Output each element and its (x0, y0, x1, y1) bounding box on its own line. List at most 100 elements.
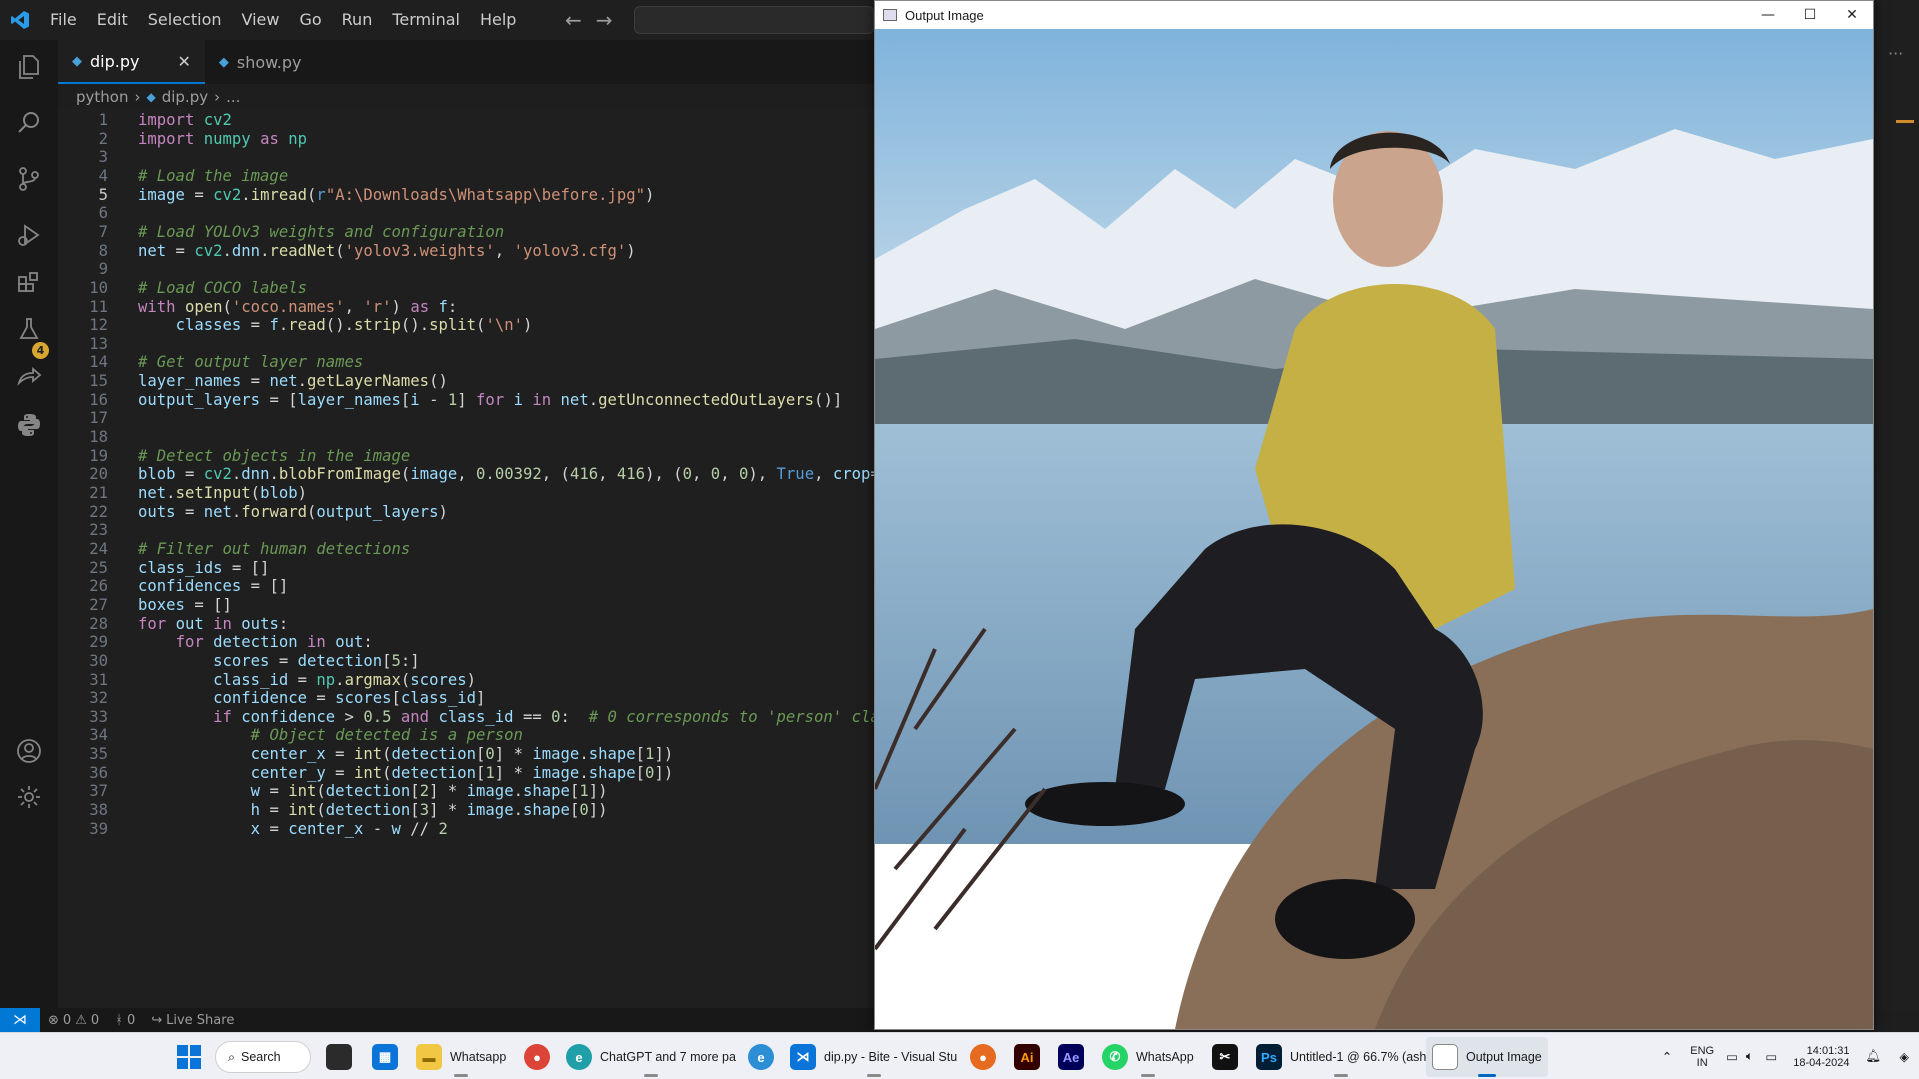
code-editor[interactable]: 1 import cv2 2 import numpy as np 3 4 # Load t… (58, 108, 878, 1008)
run-debug-icon[interactable] (12, 218, 46, 252)
status-bar: ⋊ ⊗ 0 ⚠ 0 ᚼ 0 ↪ Live Share (0, 1008, 878, 1032)
vscode-icon: ⋊ (790, 1044, 816, 1070)
store-app[interactable]: ▦ (366, 1037, 404, 1077)
minimize-icon[interactable]: — (1747, 1, 1789, 29)
battery-icon[interactable]: ▭ (1757, 1049, 1785, 1064)
menu-bar: File Edit Selection View Go Run Terminal… (40, 0, 526, 40)
menu-edit[interactable]: Edit (87, 0, 138, 40)
window-title-bar[interactable]: Output Image (875, 1, 1873, 29)
problems-indicator[interactable]: ⊗ 0 ⚠ 0 (40, 1013, 107, 1028)
taskbar-app-capcut[interactable]: ✂ (1206, 1037, 1244, 1077)
clock-time: 14:01:31 (1806, 1044, 1850, 1057)
after-effects-icon: Ae (1058, 1044, 1084, 1070)
menu-help[interactable]: Help (470, 0, 526, 40)
running-indicator (1334, 1074, 1349, 1077)
back-arrow-icon[interactable]: ← (565, 8, 582, 32)
vscode-logo-icon[interactable] (0, 0, 40, 40)
clock[interactable]: 14:01:31 18-04-2024 (1785, 1045, 1857, 1069)
chrome-icon: ● (524, 1044, 550, 1070)
taskbar-app-label: WhatsApp (1136, 1050, 1194, 1064)
taskbar-app-illustrator[interactable]: Ai (1008, 1037, 1046, 1077)
menu-file[interactable]: File (40, 0, 87, 40)
forward-arrow-icon[interactable]: → (596, 8, 613, 32)
command-center-search[interactable] (634, 6, 874, 34)
windows-logo-icon (177, 1045, 201, 1069)
taskbar-app-after-effects[interactable]: Ae (1052, 1037, 1090, 1077)
search-icon[interactable] (12, 106, 46, 140)
illustrator-icon: Ai (1014, 1044, 1040, 1070)
taskbar-app-chrome[interactable]: ● (518, 1037, 556, 1077)
taskbar-app-edge[interactable]: e ChatGPT and 7 more pa (560, 1037, 742, 1077)
taskbar-search[interactable]: ⌕ Search (215, 1041, 311, 1073)
taskbar-app-output-image[interactable]: Output Image (1426, 1037, 1548, 1077)
copilot-icon[interactable]: ◈ (1889, 1049, 1919, 1064)
explorer-icon[interactable] (12, 50, 46, 84)
menu-terminal[interactable]: Terminal (382, 0, 470, 40)
menu-go[interactable]: Go (289, 0, 331, 40)
remote-icon[interactable]: ⋊ (0, 1008, 40, 1032)
window-controls: — ☐ ✕ (1747, 1, 1873, 29)
taskbar-app-edge-2[interactable]: e (742, 1037, 780, 1077)
extensions-icon[interactable] (12, 266, 46, 300)
activity-bar: 4 (0, 40, 58, 1010)
start-button[interactable] (170, 1037, 208, 1077)
python-icon[interactable] (12, 408, 46, 442)
code-line[interactable]: 39 x = center_x - w // 2 (58, 818, 878, 841)
taskbar-app-label: dip.py - Bite - Visual Stu (824, 1050, 958, 1064)
live-share-label: Live Share (166, 1012, 235, 1028)
taskbar-app-label: Output Image (1466, 1050, 1542, 1064)
taskbar-app-whatsapp[interactable]: ✆ WhatsApp (1096, 1037, 1200, 1077)
region-label: IN (1696, 1056, 1708, 1069)
breadcrumb-folder[interactable]: python (76, 88, 128, 106)
capcut-icon: ✂ (1212, 1044, 1238, 1070)
taskbar-app-label: Untitled-1 @ 66.7% (ash (1290, 1050, 1427, 1064)
taskbar-app-vscode[interactable]: ⋊ dip.py - Bite - Visual Stu (784, 1037, 963, 1077)
live-share-status[interactable]: ↪ Live Share (143, 1013, 242, 1028)
network-icon[interactable]: ▭ (1722, 1049, 1742, 1064)
menu-selection[interactable]: Selection (138, 0, 232, 40)
volume-icon[interactable]: 🔈︎ (1742, 1049, 1758, 1064)
error-icon: ⊗ (48, 1012, 59, 1028)
menu-view[interactable]: View (232, 0, 290, 40)
task-view-button[interactable] (320, 1037, 358, 1077)
source-control-icon[interactable] (12, 162, 46, 196)
live-share-icon: ↪ (151, 1012, 163, 1028)
taskbar-app-photoshop[interactable]: Ps Untitled-1 @ 66.7% (ash (1250, 1037, 1432, 1077)
account-icon[interactable] (12, 734, 46, 768)
testing-icon[interactable] (12, 312, 46, 346)
tab-dip-py[interactable]: ◆ dip.py ✕ (58, 40, 205, 84)
chevron-right-icon: › (134, 88, 141, 106)
output-image-window[interactable]: Output Image — ☐ ✕ (874, 0, 1874, 1030)
taskbar: ⌕ Search ▦ ▬ Whatsapp ● e ChatGPT and 7 … (0, 1032, 1919, 1079)
editor-tabs: ◆ dip.py ✕ ◆ show.py (58, 40, 878, 84)
output-photo (875, 29, 1873, 1029)
menu-run[interactable]: Run (332, 0, 383, 40)
close-icon[interactable]: ✕ (1831, 1, 1873, 29)
code-text: x = center_x - w // 2 (250, 819, 448, 838)
task-view-icon (326, 1044, 352, 1070)
notification-bell-icon[interactable]: 🔔︎ (1858, 1049, 1890, 1064)
breadcrumb-file[interactable]: dip.py (162, 88, 208, 106)
taskbar-app-firefox[interactable]: ● (964, 1037, 1002, 1077)
warning-count: 0 (90, 1012, 100, 1028)
language-indicator[interactable]: ENG IN (1682, 1045, 1722, 1069)
close-icon[interactable]: ✕ (177, 52, 190, 71)
system-tray: ⌃ ENG IN ▭ 🔈︎ ▭ 14:01:31 18-04-2024 🔔︎ ◈ (1652, 1033, 1919, 1079)
settings-gear-icon[interactable] (12, 780, 46, 814)
taskbar-app-explorer[interactable]: ▬ Whatsapp (410, 1037, 512, 1077)
window-title: Output Image (905, 7, 984, 23)
more-actions-icon[interactable]: ··· (1888, 44, 1903, 63)
search-icon: ⌕ (228, 1049, 236, 1064)
maximize-icon[interactable]: ☐ (1789, 1, 1831, 29)
python-file-icon: ◆ (218, 54, 229, 70)
tab-show-py[interactable]: ◆ show.py (204, 40, 316, 84)
running-indicator (454, 1074, 469, 1077)
ports-indicator[interactable]: ᚼ 0 (107, 1013, 143, 1028)
folder-icon: ▬ (416, 1044, 442, 1070)
tab-label: show.py (236, 52, 302, 72)
breadcrumb-more[interactable]: ... (226, 88, 240, 106)
search-label: Search (241, 1050, 281, 1064)
chevron-up-icon[interactable]: ⌃ (1652, 1049, 1682, 1064)
live-share-icon[interactable] (12, 360, 46, 394)
breadcrumb: python › ◆ dip.py › ... (76, 86, 240, 108)
